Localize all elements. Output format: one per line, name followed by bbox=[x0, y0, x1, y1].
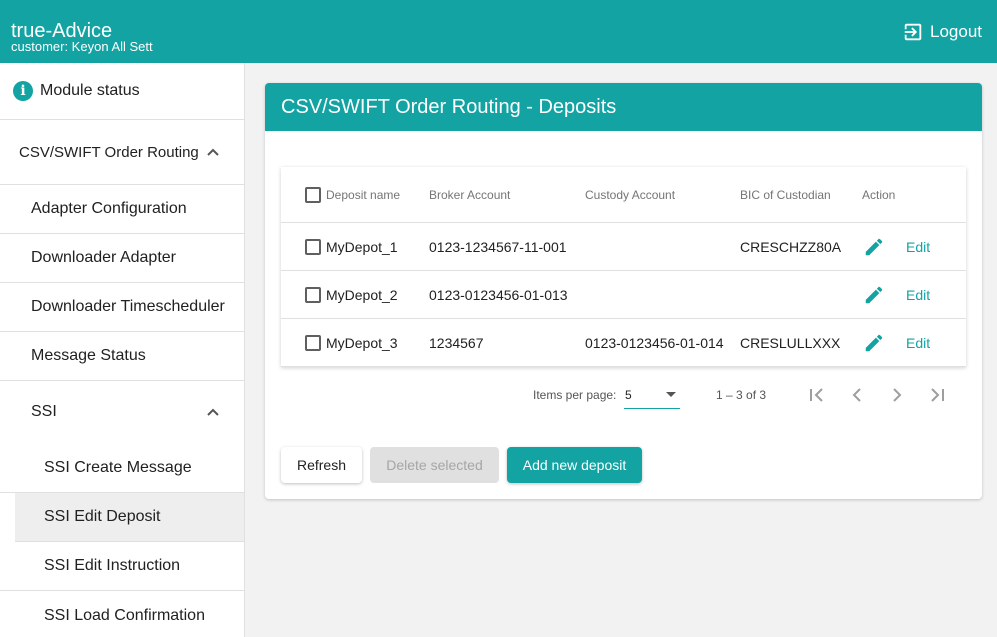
sidebar-item-label: Downloader Timescheduler bbox=[31, 298, 225, 315]
edit-link[interactable]: Edit bbox=[906, 223, 930, 270]
edit-link[interactable]: Edit bbox=[906, 271, 930, 318]
next-page-icon[interactable] bbox=[885, 383, 909, 407]
row-checkbox-cell bbox=[305, 271, 321, 318]
customer-label: customer: Keyon All Sett bbox=[11, 39, 153, 54]
table-header-row: Deposit name Broker Account Custody Acco… bbox=[281, 167, 966, 223]
cell-bic: CRESCHZZ80A bbox=[740, 238, 842, 255]
sidebar-group-label: SSI bbox=[31, 403, 57, 420]
paginator: Items per page: 5 1 – 3 of 3 bbox=[281, 367, 966, 423]
row-checkbox[interactable] bbox=[305, 334, 321, 351]
dropdown-arrow-icon bbox=[666, 392, 676, 397]
table-row: MyDepot_2 0123-0123456-01-013 Edit bbox=[281, 271, 966, 319]
previous-page-icon[interactable] bbox=[845, 383, 869, 407]
column-header-broker-account[interactable]: Broker Account bbox=[429, 167, 510, 222]
sidebar-item-ssi-edit-deposit[interactable]: SSI Edit Deposit bbox=[15, 493, 244, 542]
column-header-action: Action bbox=[862, 187, 896, 202]
deposits-table: Deposit name Broker Account Custody Acco… bbox=[281, 167, 966, 367]
sidebar-item-message-status[interactable]: Message Status bbox=[0, 332, 244, 381]
edit-pencil-button[interactable] bbox=[863, 271, 885, 318]
edit-link-label: Edit bbox=[906, 334, 931, 351]
cell-broker-account: 0123-1234567-11-001 bbox=[429, 238, 567, 255]
sidebar-group-label: CSV/SWIFT Order Routing bbox=[19, 143, 199, 161]
row-checkbox[interactable] bbox=[305, 286, 321, 303]
add-new-deposit-button[interactable]: Add new deposit bbox=[507, 447, 642, 483]
chevron-up-icon bbox=[207, 148, 219, 156]
sidebar-item-ssi-load-confirmation[interactable]: SSI Load Confirmation bbox=[0, 591, 244, 637]
sidebar-group-ssi[interactable]: SSI bbox=[0, 381, 244, 443]
sidebar-item-label: SSI Create Message bbox=[44, 458, 192, 476]
sidebar-item-label: Downloader Adapter bbox=[31, 249, 176, 266]
column-header-custody-account[interactable]: Custody Account bbox=[585, 167, 675, 222]
items-per-page-label: Items per page: bbox=[533, 388, 617, 402]
info-icon: i bbox=[13, 81, 33, 101]
logout-label: Logout bbox=[930, 22, 982, 41]
table-row: MyDepot_1 0123-1234567-11-001 CRESCHZZ80… bbox=[281, 223, 966, 271]
page-title: CSV/SWIFT Order Routing - Deposits bbox=[265, 83, 982, 131]
select-all-checkbox-cell bbox=[305, 167, 321, 222]
top-bar: true-Advice customer: Keyon All Sett Log… bbox=[0, 0, 997, 63]
logout-icon bbox=[904, 23, 922, 41]
table-row: MyDepot_3 1234567 0123-0123456-01-014 CR… bbox=[281, 319, 966, 367]
sidebar-item-module-status[interactable]: i Module status bbox=[0, 63, 244, 120]
cell-custody-account: 0123-0123456-01-014 bbox=[585, 334, 724, 351]
row-checkbox[interactable] bbox=[305, 238, 321, 255]
cell-bic: CRESLULLXXX bbox=[740, 334, 841, 351]
edit-pencil-button[interactable] bbox=[863, 223, 885, 270]
sidebar-item-label: SSI Edit Instruction bbox=[44, 557, 181, 574]
refresh-button[interactable]: Refresh bbox=[281, 447, 362, 483]
sidebar-item-label: Adapter Configuration bbox=[31, 200, 187, 217]
row-checkbox-cell bbox=[305, 319, 321, 366]
edit-link[interactable]: Edit bbox=[906, 319, 930, 366]
edit-link-label: Edit bbox=[906, 286, 931, 303]
sidebar-item-label: SSI Edit Deposit bbox=[44, 508, 161, 525]
sidebar-group-csv-swift[interactable]: CSV/SWIFT Order Routing bbox=[0, 120, 244, 185]
pencil-icon bbox=[865, 238, 883, 255]
cell-deposit-name: MyDepot_2 bbox=[326, 286, 398, 303]
sidebar-item-label: Message Status bbox=[31, 347, 146, 364]
cell-broker-account: 1234567 bbox=[429, 334, 484, 351]
first-page-icon[interactable] bbox=[805, 383, 829, 407]
deposits-card: CSV/SWIFT Order Routing - Deposits Depos… bbox=[265, 83, 982, 499]
sidebar: i Module status CSV/SWIFT Order Routing … bbox=[0, 63, 245, 637]
edit-link-label: Edit bbox=[906, 238, 931, 255]
sidebar-item-downloader-timescheduler[interactable]: Downloader Timescheduler bbox=[0, 283, 244, 332]
sidebar-item-ssi-create-message[interactable]: SSI Create Message bbox=[0, 443, 244, 493]
page-range-label: 1 – 3 of 3 bbox=[716, 388, 767, 402]
cell-deposit-name: MyDepot_3 bbox=[326, 334, 398, 351]
sidebar-item-label: SSI Load Confirmation bbox=[44, 606, 205, 624]
delete-selected-button[interactable]: Delete selected bbox=[370, 447, 499, 483]
page-size-select[interactable]: 5 bbox=[624, 381, 680, 409]
sidebar-item-label: Module status bbox=[40, 82, 140, 99]
last-page-icon[interactable] bbox=[925, 383, 949, 407]
logout-button[interactable]: Logout bbox=[902, 21, 982, 43]
cell-deposit-name: MyDepot_1 bbox=[326, 238, 398, 255]
cell-broker-account: 0123-0123456-01-013 bbox=[429, 286, 568, 303]
page-size-value: 5 bbox=[625, 388, 632, 402]
sidebar-item-adapter-configuration[interactable]: Adapter Configuration bbox=[0, 185, 244, 234]
column-header-bic[interactable]: BIC of Custodian bbox=[740, 167, 831, 222]
sidebar-item-downloader-adapter[interactable]: Downloader Adapter bbox=[0, 234, 244, 283]
select-all-checkbox[interactable] bbox=[305, 186, 321, 203]
pencil-icon bbox=[865, 286, 883, 303]
sidebar-item-ssi-edit-instruction[interactable]: SSI Edit Instruction bbox=[0, 542, 244, 591]
chevron-up-icon bbox=[207, 408, 219, 416]
row-checkbox-cell bbox=[305, 223, 321, 270]
edit-pencil-button[interactable] bbox=[863, 319, 885, 366]
column-header-deposit-name[interactable]: Deposit name bbox=[326, 167, 400, 222]
pencil-icon bbox=[865, 334, 883, 351]
